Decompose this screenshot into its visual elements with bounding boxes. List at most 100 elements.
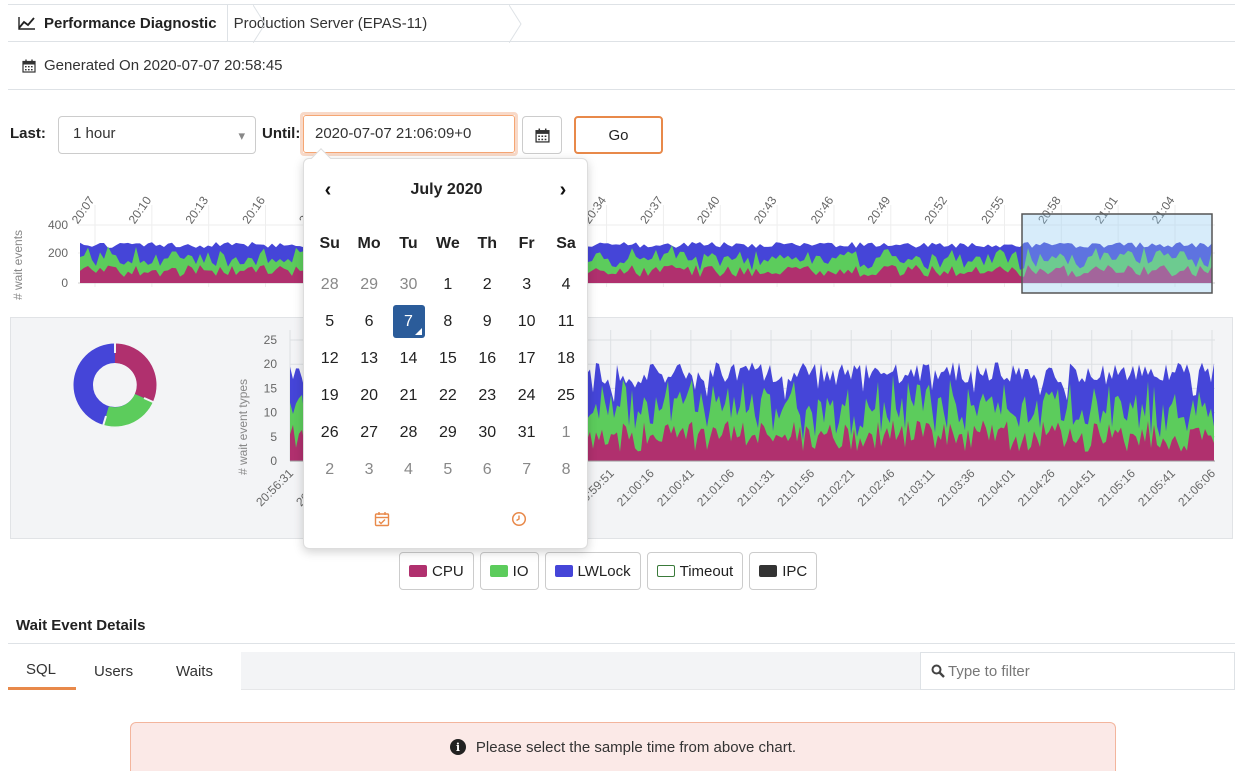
prev-month-button[interactable]: ‹ bbox=[316, 179, 340, 202]
clock-icon[interactable] bbox=[511, 511, 527, 527]
calendar-day[interactable]: 21 bbox=[389, 377, 428, 414]
wait-events-chart[interactable]: # wait event types 2520151050 20:56:31 20… bbox=[0, 317, 1235, 542]
wait-event-donut[interactable] bbox=[72, 342, 158, 428]
tab-waits[interactable]: Waits bbox=[156, 652, 241, 690]
line-chart-icon bbox=[18, 17, 35, 30]
calendar-day[interactable]: 24 bbox=[507, 377, 546, 414]
until-label: Until: bbox=[262, 125, 301, 142]
tab-waits-label: Waits bbox=[176, 662, 213, 680]
calendar-day[interactable]: 6 bbox=[349, 303, 388, 340]
generated-label: Generated On bbox=[44, 57, 140, 74]
next-month-button[interactable]: › bbox=[551, 179, 575, 202]
calendar-day[interactable]: 16 bbox=[468, 340, 507, 377]
calendar-day[interactable]: 17 bbox=[507, 340, 546, 377]
weekday-label: Th bbox=[477, 235, 498, 252]
overview-y-tick: 0 bbox=[61, 276, 68, 290]
calendar-day[interactable]: 12 bbox=[310, 340, 349, 377]
breadcrumb-performance-diagnostic[interactable]: Performance Diagnostic bbox=[8, 4, 228, 42]
calendar-day[interactable]: 6 bbox=[468, 451, 507, 488]
until-datetime-input[interactable]: 2020-07-07 21:06:09+0 bbox=[300, 112, 518, 156]
calendar-day[interactable]: 5 bbox=[310, 303, 349, 340]
calendar-day[interactable]: 26 bbox=[310, 414, 349, 451]
calendar-day[interactable]: 13 bbox=[349, 340, 388, 377]
main-x-tick: 21:02:46 bbox=[854, 466, 897, 509]
calendar-day[interactable]: 29 bbox=[428, 414, 467, 451]
calendar-day[interactable]: 3 bbox=[349, 451, 388, 488]
calendar-day[interactable]: 11 bbox=[546, 303, 585, 340]
breadcrumb: Performance Diagnostic Production Server… bbox=[8, 4, 1235, 43]
info-icon: i bbox=[449, 739, 466, 755]
calendar-day[interactable]: 3 bbox=[507, 266, 546, 303]
calendar-day[interactable]: 28 bbox=[389, 414, 428, 451]
calendar-day[interactable]: 18 bbox=[546, 340, 585, 377]
main-y-tick: 0 bbox=[270, 454, 277, 468]
calendar-day[interactable]: 2 bbox=[310, 451, 349, 488]
legend-timeout[interactable]: Timeout bbox=[646, 552, 744, 590]
main-x-tick: 21:05:16 bbox=[1095, 466, 1138, 509]
calendar-week-row: 2345678 bbox=[310, 451, 586, 488]
calendar-toggle-button[interactable] bbox=[522, 116, 562, 154]
today-marker bbox=[415, 328, 423, 335]
legend-io-label: IO bbox=[512, 562, 529, 580]
tab-sql-label: SQL bbox=[26, 661, 57, 678]
overview-x-tick: 20:43 bbox=[751, 193, 780, 226]
calendar-check-icon[interactable] bbox=[374, 511, 390, 527]
calendar-day[interactable]: 28 bbox=[310, 266, 349, 303]
calendar-day[interactable]: 27 bbox=[349, 414, 388, 451]
calendar-day[interactable]: 31 bbox=[507, 414, 546, 451]
calendar-day[interactable]: 19 bbox=[310, 377, 349, 414]
legend-cpu[interactable]: CPU bbox=[399, 552, 474, 590]
overview-x-tick: 20:52 bbox=[921, 193, 950, 226]
tab-sql[interactable]: SQL bbox=[8, 652, 76, 690]
last-duration-select[interactable]: 1 hour ▾ bbox=[58, 116, 256, 154]
calendar-day[interactable]: 8 bbox=[546, 451, 585, 488]
tab-users[interactable]: Users bbox=[76, 652, 156, 690]
weekday-label: Sa bbox=[556, 235, 576, 252]
calendar-day[interactable]: 9 bbox=[468, 303, 507, 340]
filter-box[interactable] bbox=[920, 652, 1235, 690]
last-label: Last: bbox=[10, 125, 46, 142]
tab-users-label: Users bbox=[94, 662, 134, 680]
calendar-day[interactable]: 22 bbox=[428, 377, 467, 414]
calendar-day[interactable]: 14 bbox=[389, 340, 428, 377]
calendar-day[interactable]: 25 bbox=[546, 377, 585, 414]
calendar-day[interactable]: 30 bbox=[389, 266, 428, 303]
legend-lwlock[interactable]: LWLock bbox=[544, 552, 641, 590]
legend-ipc[interactable]: IPC bbox=[749, 552, 818, 590]
overview-selection-brush[interactable] bbox=[1021, 213, 1213, 294]
main-x-tick: 21:00:16 bbox=[614, 466, 657, 509]
overview-x-tick: 20:40 bbox=[694, 193, 723, 226]
calendar-day-selected[interactable]: 7 bbox=[389, 303, 428, 340]
calendar-day[interactable]: 2 bbox=[468, 266, 507, 303]
legend-io[interactable]: IO bbox=[479, 552, 539, 590]
timeout-swatch bbox=[656, 565, 675, 577]
calendar-day[interactable]: 23 bbox=[468, 377, 507, 414]
overview-x-tick: 20:16 bbox=[239, 193, 268, 226]
calendar-day[interactable]: 15 bbox=[428, 340, 467, 377]
calendar-day[interactable]: 4 bbox=[546, 266, 585, 303]
go-button[interactable]: Go bbox=[574, 116, 663, 154]
overview-x-tick: 20:10 bbox=[126, 193, 155, 226]
main-x-tick: 21:04:01 bbox=[975, 466, 1018, 509]
weekday-label: Tu bbox=[399, 235, 418, 252]
calendar-week-row: 28 29 30 1 2 3 4 bbox=[310, 266, 586, 303]
calendar-day[interactable]: 20 bbox=[349, 377, 388, 414]
calendar-day-number: 7 bbox=[404, 312, 413, 330]
calendar-day[interactable]: 5 bbox=[428, 451, 467, 488]
calendar-day[interactable]: 1 bbox=[546, 414, 585, 451]
overview-y-tick: 200 bbox=[48, 246, 68, 260]
calendar-day[interactable]: 4 bbox=[389, 451, 428, 488]
lwlock-swatch bbox=[554, 565, 573, 577]
calendar-header: July 2020 ‹ › bbox=[304, 179, 589, 203]
calendar-day[interactable]: 1 bbox=[428, 266, 467, 303]
calendar-day[interactable]: 7 bbox=[507, 451, 546, 488]
overview-chart[interactable]: # wait events 400 200 0 20:07 20:10 20:13 20:… bbox=[0, 160, 1235, 310]
filter-input[interactable] bbox=[948, 662, 1228, 680]
calendar-day[interactable]: 29 bbox=[349, 266, 388, 303]
calendar-day[interactable]: 30 bbox=[468, 414, 507, 451]
calendar-day[interactable]: 8 bbox=[428, 303, 467, 340]
main-y-tick: 10 bbox=[264, 406, 278, 420]
io-swatch bbox=[489, 565, 508, 577]
calendar-day[interactable]: 10 bbox=[507, 303, 546, 340]
main-x-tick: 20:56:31 bbox=[253, 466, 296, 509]
